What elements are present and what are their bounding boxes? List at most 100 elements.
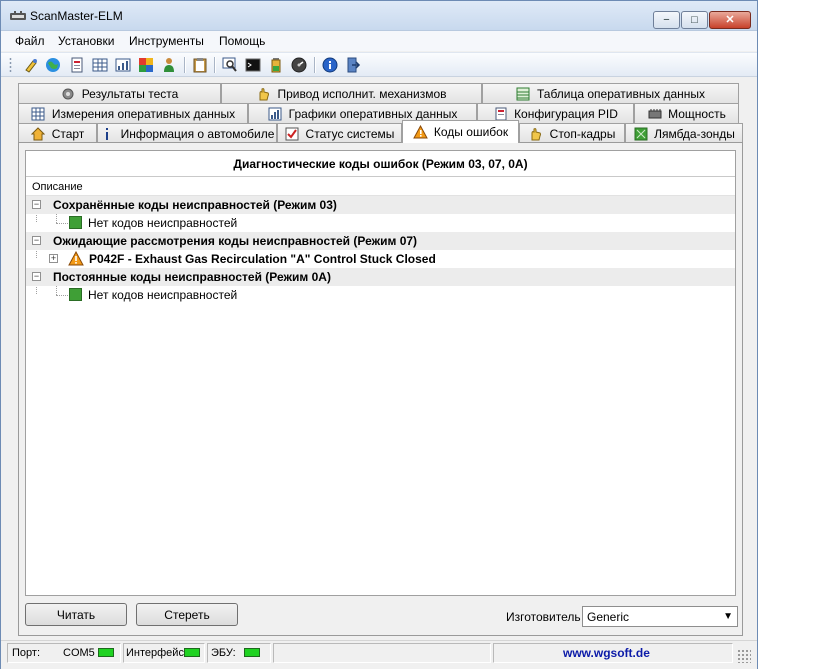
item-label: Нет кодов неисправностей	[88, 288, 238, 302]
tab-freeze-frames[interactable]: Стоп-кадры	[519, 123, 625, 143]
close-button[interactable]: ✕	[709, 11, 751, 29]
tab-label: Привод исполнит. механизмов	[277, 86, 447, 101]
toolbar-separator	[184, 57, 185, 73]
home-icon	[31, 126, 46, 141]
gauge-icon[interactable]	[290, 56, 308, 74]
dtc-tree-view[interactable]: Диагностические коды ошибок (Режим 03, 0…	[25, 150, 736, 596]
tree-group-pending[interactable]: − Ожидающие рассмотрения коды неисправно…	[26, 232, 735, 250]
document-icon[interactable]	[68, 56, 86, 74]
tab-vehicle-info[interactable]: Информация о автомобиле	[97, 123, 277, 143]
erase-button[interactable]: Стереть	[136, 603, 238, 626]
column-header-description[interactable]: Описание	[32, 181, 83, 193]
sensor-icon	[633, 126, 648, 141]
tab-label: Лямбда-зонды	[654, 126, 735, 141]
menu-file[interactable]: Файл	[15, 34, 45, 48]
table-icon	[516, 86, 531, 101]
tab-label: Таблица оперативных данных	[536, 86, 706, 101]
manufacturer-select[interactable]: Generic ▼	[582, 606, 738, 627]
toolbar-separator	[314, 57, 315, 73]
tab-trouble-codes[interactable]: Коды ошибок	[402, 120, 519, 143]
interface-led	[184, 648, 200, 657]
engine-icon	[647, 106, 662, 121]
read-button[interactable]: Читать	[25, 603, 127, 626]
ok-status-icon	[69, 288, 82, 301]
tab-label: Коды ошибок	[433, 125, 509, 139]
tab-power[interactable]: Мощность	[634, 103, 739, 123]
gear-icon	[61, 86, 76, 101]
info-icon[interactable]	[321, 56, 339, 74]
chevron-down-icon[interactable]: ▼	[723, 611, 733, 622]
app-logo-icon	[10, 11, 26, 20]
checklist-icon	[285, 126, 300, 141]
tree-item[interactable]: Нет кодов неисправностей	[26, 214, 735, 232]
warning-icon	[413, 125, 428, 140]
tab-system-status[interactable]: Статус системы	[277, 123, 402, 143]
connect-icon[interactable]	[22, 56, 40, 74]
tab-live-data-table[interactable]: Таблица оперативных данных	[482, 83, 739, 103]
title-bar[interactable]: ScanMaster-ELM − □ ✕	[1, 1, 757, 31]
toolbar-grip[interactable]	[9, 57, 12, 73]
port-label: Порт:	[12, 647, 40, 659]
document-icon	[493, 106, 508, 121]
person-icon[interactable]	[160, 56, 178, 74]
info-icon	[100, 126, 115, 141]
collapse-toggle[interactable]: −	[32, 200, 41, 209]
group-label: Ожидающие рассмотрения коды неисправност…	[53, 234, 418, 248]
hand-icon	[256, 86, 271, 101]
menu-bar: Файл Установки Инструменты Помощь	[1, 31, 757, 51]
menu-settings[interactable]: Установки	[58, 34, 114, 48]
tree-group-stored[interactable]: − Сохранённые коды неисправностей (Режим…	[26, 196, 735, 214]
tab-label: Старт	[51, 126, 85, 141]
chart-icon[interactable]	[114, 56, 132, 74]
tab-label: Информация о автомобиле	[120, 126, 275, 141]
search-icon[interactable]	[221, 56, 239, 74]
group-label: Сохранённые коды неисправностей (Режим 0…	[53, 198, 337, 212]
tab-label: Результаты теста	[81, 86, 179, 101]
dtc-title: Диагностические коды ошибок (Режим 03, 0…	[26, 151, 735, 177]
tab-label: Графики оперативных данных	[288, 106, 458, 121]
collapse-toggle[interactable]: −	[32, 236, 41, 245]
tab-o2-sensors[interactable]: Лямбда-зонды	[625, 123, 743, 143]
tab-actuators[interactable]: Привод исполнит. механизмов	[221, 83, 482, 103]
window-title: ScanMaster-ELM	[30, 9, 123, 23]
ecu-led	[244, 648, 260, 657]
grid-icon	[31, 106, 46, 121]
app-window: ScanMaster-ELM − □ ✕ Файл Установки Инст…	[0, 0, 758, 669]
tree-group-permanent[interactable]: − Постоянные коды неисправностей (Режим …	[26, 268, 735, 286]
menu-help[interactable]: Помощь	[219, 34, 265, 48]
tab-live-measurements[interactable]: Измерения оперативных данных	[18, 103, 248, 123]
tab-start[interactable]: Старт	[18, 123, 97, 143]
website-link[interactable]: www.wgsoft.de	[563, 646, 650, 660]
tab-label: Статус системы	[305, 126, 395, 141]
status-bar: Порт: COM5 Интерфейс: ЭБУ: www.wgsoft.de	[1, 640, 757, 664]
toolbar	[1, 52, 757, 77]
ok-status-icon	[69, 216, 82, 229]
manufacturer-value: Generic	[587, 610, 630, 624]
collapse-toggle[interactable]: −	[32, 272, 41, 281]
chart-icon	[268, 106, 283, 121]
interface-label: Интерфейс:	[126, 647, 187, 659]
item-label: Нет кодов неисправностей	[88, 216, 238, 230]
battery-icon[interactable]	[267, 56, 285, 74]
globe-icon[interactable]	[44, 56, 62, 74]
maximize-button[interactable]: □	[681, 11, 708, 29]
tab-test-results[interactable]: Результаты теста	[18, 83, 221, 103]
toolbar-separator	[214, 57, 215, 73]
port-value: COM5	[63, 647, 95, 659]
ecu-label: ЭБУ:	[211, 647, 236, 659]
manufacturer-label: Изготовитель	[506, 610, 581, 624]
clipboard-icon[interactable]	[191, 56, 209, 74]
minimize-button[interactable]: −	[653, 11, 680, 29]
port-led	[98, 648, 114, 657]
tab-label: Измерения оперативных данных	[51, 106, 236, 121]
resize-grip[interactable]	[737, 649, 751, 663]
dashboard-icon[interactable]	[137, 56, 155, 74]
terminal-icon[interactable]	[244, 56, 262, 74]
tree-item-dtc[interactable]: + P042F - Exhaust Gas Recirculation "A" …	[26, 250, 735, 268]
menu-tools[interactable]: Инструменты	[129, 34, 204, 48]
tree-item[interactable]: Нет кодов неисправностей	[26, 286, 735, 304]
expand-toggle[interactable]: +	[49, 254, 58, 263]
status-empty-cell	[273, 643, 491, 663]
exit-icon[interactable]	[344, 56, 362, 74]
grid-icon[interactable]	[91, 56, 109, 74]
